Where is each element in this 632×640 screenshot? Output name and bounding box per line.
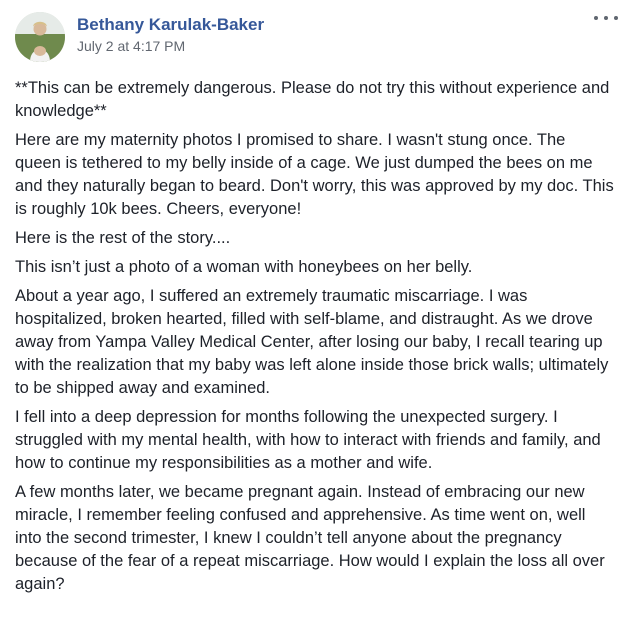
author-name-link[interactable]: Bethany Karulak-Baker xyxy=(77,14,264,36)
post-paragraph: This isn’t just a photo of a woman with … xyxy=(15,258,473,276)
dot xyxy=(594,16,598,20)
post-paragraph: Here are my maternity photos I promised … xyxy=(15,131,614,218)
avatar[interactable] xyxy=(15,12,65,62)
post-paragraph: **This can be extremely dangerous. Pleas… xyxy=(15,79,610,120)
post-header: Bethany Karulak-Baker July 2 at 4:17 PM xyxy=(15,10,616,68)
profile-photo-avatar xyxy=(15,12,65,62)
post-paragraph: About a year ago, I suffered an extremel… xyxy=(15,287,609,397)
post-paragraph: A few months later, we became pregnant a… xyxy=(15,483,605,593)
post-body: **This can be extremely dangerous. Pleas… xyxy=(15,68,615,596)
dot xyxy=(614,16,618,20)
post-timestamp[interactable]: July 2 at 4:17 PM xyxy=(77,36,185,56)
post-paragraph: Here is the rest of the story.... xyxy=(15,229,231,247)
post-meta: Bethany Karulak-Baker July 2 at 4:17 PM xyxy=(77,10,264,56)
more-options-icon[interactable] xyxy=(594,10,618,26)
post-paragraph: I fell into a deep depression for months… xyxy=(15,408,601,472)
facebook-post: Bethany Karulak-Baker July 2 at 4:17 PM … xyxy=(0,0,632,640)
dot xyxy=(604,16,608,20)
